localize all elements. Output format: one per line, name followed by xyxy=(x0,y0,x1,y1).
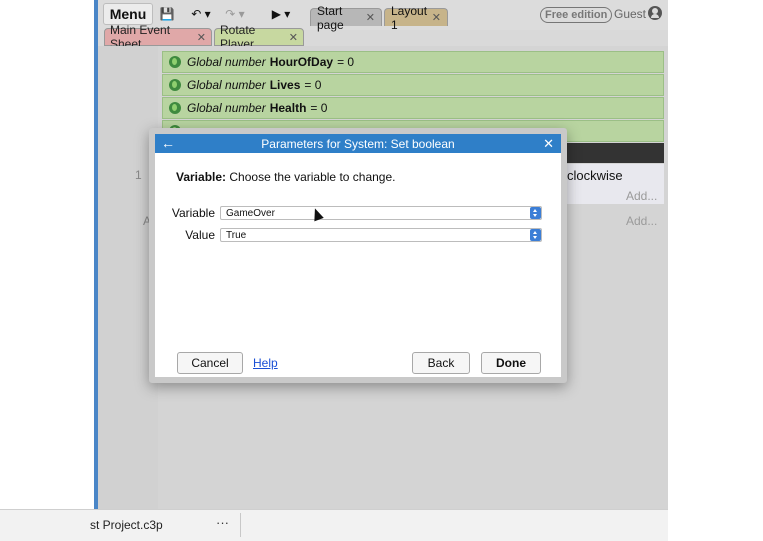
parameters-dialog: ← Parameters for System: Set boolean ✕ V… xyxy=(149,128,567,383)
global-value: = 0 xyxy=(304,78,322,92)
edition-badge[interactable]: Free edition xyxy=(540,7,613,23)
chevron-updown-icon xyxy=(530,207,541,219)
menu-button[interactable]: Menu xyxy=(103,3,153,25)
dialog-description: Variable: Choose the variable to change. xyxy=(176,170,396,184)
undo-icon[interactable]: ↶ ▾ xyxy=(188,3,214,25)
more-icon[interactable]: ··· xyxy=(216,515,229,530)
global-value: = 0 xyxy=(310,101,328,115)
globe-icon xyxy=(169,56,181,68)
global-name: Lives xyxy=(269,78,301,92)
description-label: Variable: xyxy=(176,170,227,184)
global-name: Health xyxy=(269,101,307,115)
dialog-title-bar: ← Parameters for System: Set boolean ✕ xyxy=(155,134,561,153)
global-prefix: Global number xyxy=(187,101,266,115)
global-prefix: Global number xyxy=(187,78,266,92)
close-icon[interactable]: ✕ xyxy=(543,134,554,153)
back-arrow-icon[interactable]: ← xyxy=(161,134,175,153)
close-icon[interactable]: ✕ xyxy=(197,31,206,44)
cancel-button[interactable]: Cancel xyxy=(177,352,243,374)
global-variable-row[interactable]: Global number Health = 0 xyxy=(162,97,664,119)
user-icon[interactable] xyxy=(648,6,662,20)
description-text: Choose the variable to change. xyxy=(229,170,396,184)
global-variable-row[interactable]: Global number Lives = 0 xyxy=(162,74,664,96)
global-prefix: Global number xyxy=(187,55,266,69)
value-label: Value xyxy=(185,228,215,242)
variable-select[interactable]: GameOver xyxy=(220,206,542,220)
value-select-value: True xyxy=(226,229,247,241)
dialog-title: Parameters for System: Set boolean xyxy=(261,136,455,151)
close-icon[interactable]: ✕ xyxy=(432,11,441,24)
tab-main-event-sheet[interactable]: Main Event Sheet ✕ xyxy=(104,23,212,51)
close-icon[interactable]: ✕ xyxy=(289,31,298,44)
project-label[interactable]: st Project.c3p xyxy=(90,518,163,532)
value-select[interactable]: True xyxy=(220,228,542,242)
global-name: HourOfDay xyxy=(269,55,334,69)
play-icon[interactable]: ▶ ▾ xyxy=(266,3,296,25)
help-link[interactable]: Help xyxy=(253,356,278,370)
globe-icon xyxy=(169,79,181,91)
back-button[interactable]: Back xyxy=(412,352,470,374)
action-text[interactable]: clockwise xyxy=(567,168,623,183)
variable-select-value: GameOver xyxy=(226,207,275,219)
add-action-link[interactable]: Add... xyxy=(626,189,657,203)
save-icon[interactable]: 💾 xyxy=(156,3,178,25)
global-value: = 0 xyxy=(337,55,355,69)
globe-icon xyxy=(169,102,181,114)
divider xyxy=(240,513,241,537)
user-label[interactable]: Guest xyxy=(614,7,646,21)
sheet-tab-bar: Main Event Sheet ✕ Rotate Player ✕ xyxy=(98,23,668,51)
status-bar: st Project.c3p ··· xyxy=(0,509,668,541)
variable-label: Variable xyxy=(171,206,215,220)
add-action-link[interactable]: Add... xyxy=(626,214,657,228)
tab-rotate-player[interactable]: Rotate Player ✕ xyxy=(214,23,304,51)
chevron-updown-icon xyxy=(530,229,541,241)
event-number: 1 xyxy=(135,168,142,182)
global-variable-row[interactable]: Global number HourOfDay = 0 xyxy=(162,51,664,73)
tab-layout-1[interactable]: Layout 1 ✕ xyxy=(384,4,448,32)
tab-start-page[interactable]: Start page ✕ xyxy=(310,4,382,32)
redo-icon[interactable]: ↷ ▾ xyxy=(222,3,248,25)
close-icon[interactable]: ✕ xyxy=(366,11,375,24)
done-button[interactable]: Done xyxy=(481,352,541,374)
